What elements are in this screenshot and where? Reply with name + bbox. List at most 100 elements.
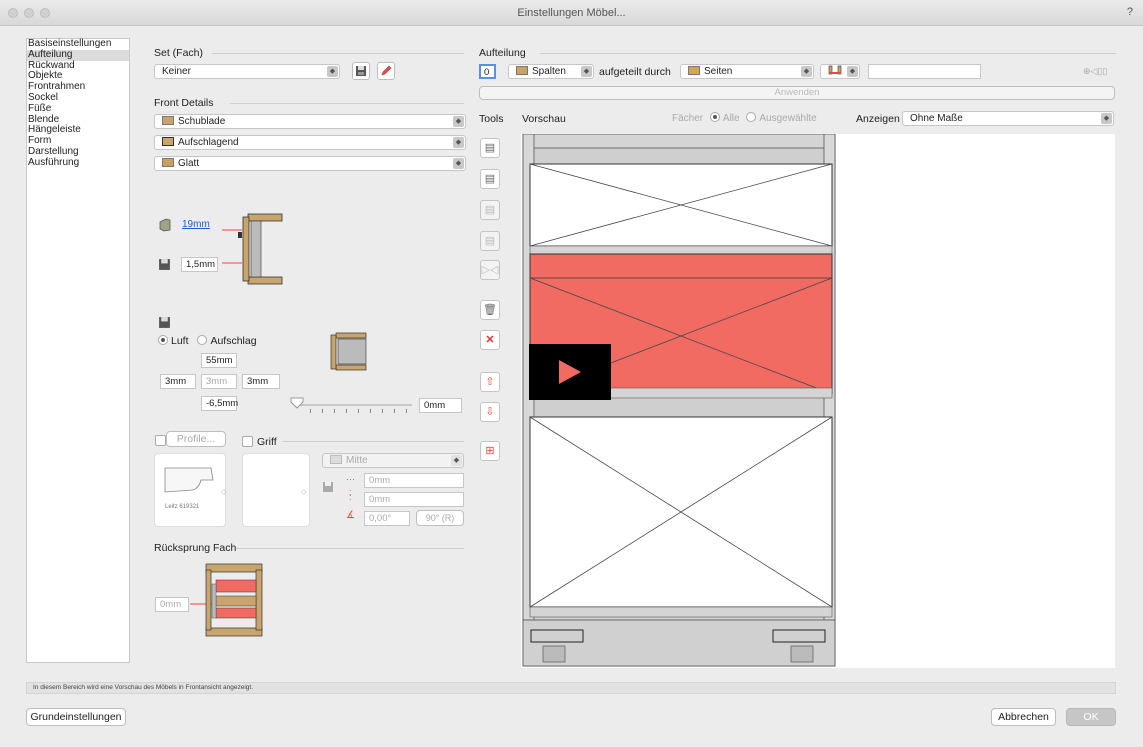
cabinet-front-drawing — [522, 134, 836, 667]
title-bar: Einstellungen Möbel... ? — [0, 0, 1143, 26]
ok-button[interactable]: OK — [1066, 708, 1116, 726]
overlay-mount-icon — [828, 65, 842, 75]
count-field[interactable]: 0 — [479, 64, 496, 79]
defaults-button[interactable]: Grundeinstellungen — [26, 708, 126, 726]
show-dimensions-select[interactable]: Ohne Maße ◆ — [902, 111, 1114, 126]
division-type-select[interactable]: Spalten ◆ — [508, 64, 594, 79]
division-name-field[interactable] — [868, 64, 981, 79]
rueck-divider — [236, 548, 464, 549]
ausgewaehlte-label: Ausgewählte — [759, 113, 817, 124]
clipboard-paste-icon: ▤ — [484, 204, 496, 216]
faecher-label: Fächer — [672, 113, 704, 124]
category-sidebar: Basiseinstellungen Aufteilung Rückwand O… — [26, 38, 130, 663]
rueck-field: 0mm — [155, 597, 189, 612]
profile-checkbox[interactable] — [155, 435, 166, 446]
chevron-updown-icon: ◇ — [221, 489, 227, 496]
video-play-overlay[interactable] — [529, 344, 611, 400]
tool-clipboard-delete[interactable]: ▤ — [480, 138, 500, 158]
status-bar: In diesem Bereich wird eine Vorschau des… — [26, 682, 1116, 694]
top-gap-field[interactable]: 55mm — [201, 353, 237, 368]
gap-field[interactable]: 1,5mm — [181, 257, 218, 272]
offset-value-field[interactable]: 0mm — [419, 398, 462, 413]
floppy-disk-icon — [159, 317, 170, 328]
clipboard-delete-icon: ▤ — [484, 142, 496, 154]
set-select[interactable]: Keiner ◆ — [154, 64, 340, 79]
floppy-disk-icon — [323, 482, 333, 492]
tool-insert[interactable]: ⊞ — [480, 441, 500, 461]
sidebar-item-fuesse[interactable]: Füße — [27, 103, 129, 115]
trash-icon: 🗑 — [483, 304, 497, 316]
sidebar-item-ausfuehrung[interactable]: Ausführung — [27, 157, 129, 169]
tools-heading: Tools — [479, 113, 504, 125]
radio-luft[interactable] — [158, 335, 168, 345]
tool-move-down[interactable]: ⇩ — [480, 402, 500, 422]
set-heading: Set (Fach) — [154, 47, 204, 59]
tool-clipboard-paste-all: ▤ — [480, 231, 500, 251]
settings-window: Einstellungen Möbel... ? Basiseinstellun… — [0, 0, 1143, 747]
floppy-disk-icon — [159, 259, 170, 270]
chevron-updown-icon: ◆ — [451, 455, 462, 466]
slider-thumb-icon[interactable] — [290, 397, 304, 409]
edit-set-button[interactable] — [377, 62, 395, 80]
radio-aufschlag[interactable] — [197, 335, 208, 345]
chevron-updown-icon: ◆ — [453, 116, 464, 127]
preview-canvas[interactable] — [521, 134, 1115, 668]
front-mount-select[interactable]: Aufschlagend ◆ — [154, 135, 466, 150]
save-set-button[interactable] — [352, 62, 370, 80]
tool-remove[interactable]: ✕ — [480, 330, 500, 350]
sidebar-item-aufteilung[interactable]: Aufteilung — [27, 49, 129, 61]
angle-icon: ∡ — [346, 510, 355, 521]
profile-preview: ◇ Leitz 619321 — [154, 453, 226, 527]
window-title: Einstellungen Möbel... — [517, 7, 626, 19]
compartment-filter: Fächer Alle Ausgewählte — [672, 112, 817, 124]
divider-select[interactable]: Seiten ◆ — [680, 64, 814, 79]
chevron-updown-icon: ◆ — [453, 137, 464, 148]
radio-ausgewaehlte — [746, 112, 757, 122]
set-divider — [212, 53, 464, 54]
griff-divider — [282, 441, 464, 442]
griff-preview: ◇ — [242, 453, 310, 527]
chevron-updown-icon: ◆ — [1101, 113, 1112, 124]
luft-label: Luft — [171, 335, 189, 347]
overlay-mount-icon — [162, 137, 174, 146]
griff-label: Griff — [257, 436, 277, 448]
griff-position-value: Mitte — [346, 455, 368, 466]
mirror-icon: ▷◁ — [481, 264, 499, 276]
griff-position-select: Mitte ◆ — [322, 453, 464, 468]
alle-label: Alle — [722, 113, 740, 124]
board-thickness-icon — [159, 218, 171, 232]
front-type-value: Schublade — [178, 116, 226, 127]
preview-heading: Vorschau — [522, 113, 566, 125]
bottom-gap-field[interactable]: -6,5mm — [201, 396, 238, 411]
side-panel-icon — [688, 66, 700, 75]
radio-alle — [709, 112, 720, 122]
left-gap-field[interactable]: 3mm — [160, 374, 196, 389]
front-surface-select[interactable]: Glatt ◆ — [154, 156, 466, 171]
thickness-link[interactable]: 19mm — [182, 219, 210, 230]
division-type-value: Spalten — [532, 66, 566, 77]
aufteilung-heading: Aufteilung — [479, 47, 526, 59]
cancel-button[interactable]: Abbrechen — [991, 708, 1056, 726]
divided-by-label: aufgeteilt durch — [599, 66, 671, 78]
move-up-icon: ⇧ — [485, 376, 495, 388]
drawer-icon — [162, 116, 174, 125]
divider-value: Seiten — [704, 66, 733, 77]
help-icon[interactable]: ? — [1127, 6, 1133, 18]
offset-slider-track[interactable] — [294, 404, 412, 406]
tool-clipboard-copy[interactable]: ▤ — [480, 169, 500, 189]
tool-move-up[interactable]: ⇧ — [480, 372, 500, 392]
front-type-select[interactable]: Schublade ◆ — [154, 114, 466, 129]
griff-dist1-field: 0mm — [364, 473, 464, 488]
right-gap-field[interactable]: 3mm — [242, 374, 280, 389]
gap-diagram — [330, 332, 367, 371]
link-dimensions-icon[interactable]: ⊕◁▯▯ — [1083, 66, 1107, 77]
griff-dist2-field: 0mm — [364, 492, 464, 507]
slider-ticks — [310, 409, 410, 413]
griff-checkbox[interactable] — [242, 436, 253, 447]
profile-shape-icon — [164, 467, 214, 493]
horizontal-distance-icon: ··· — [346, 474, 355, 484]
tool-trash[interactable]: 🗑 — [480, 300, 500, 320]
mount-type-select[interactable]: ◆ — [820, 64, 860, 79]
show-label: Anzeigen — [856, 113, 900, 125]
aufschlag-label: Aufschlag — [210, 335, 257, 347]
